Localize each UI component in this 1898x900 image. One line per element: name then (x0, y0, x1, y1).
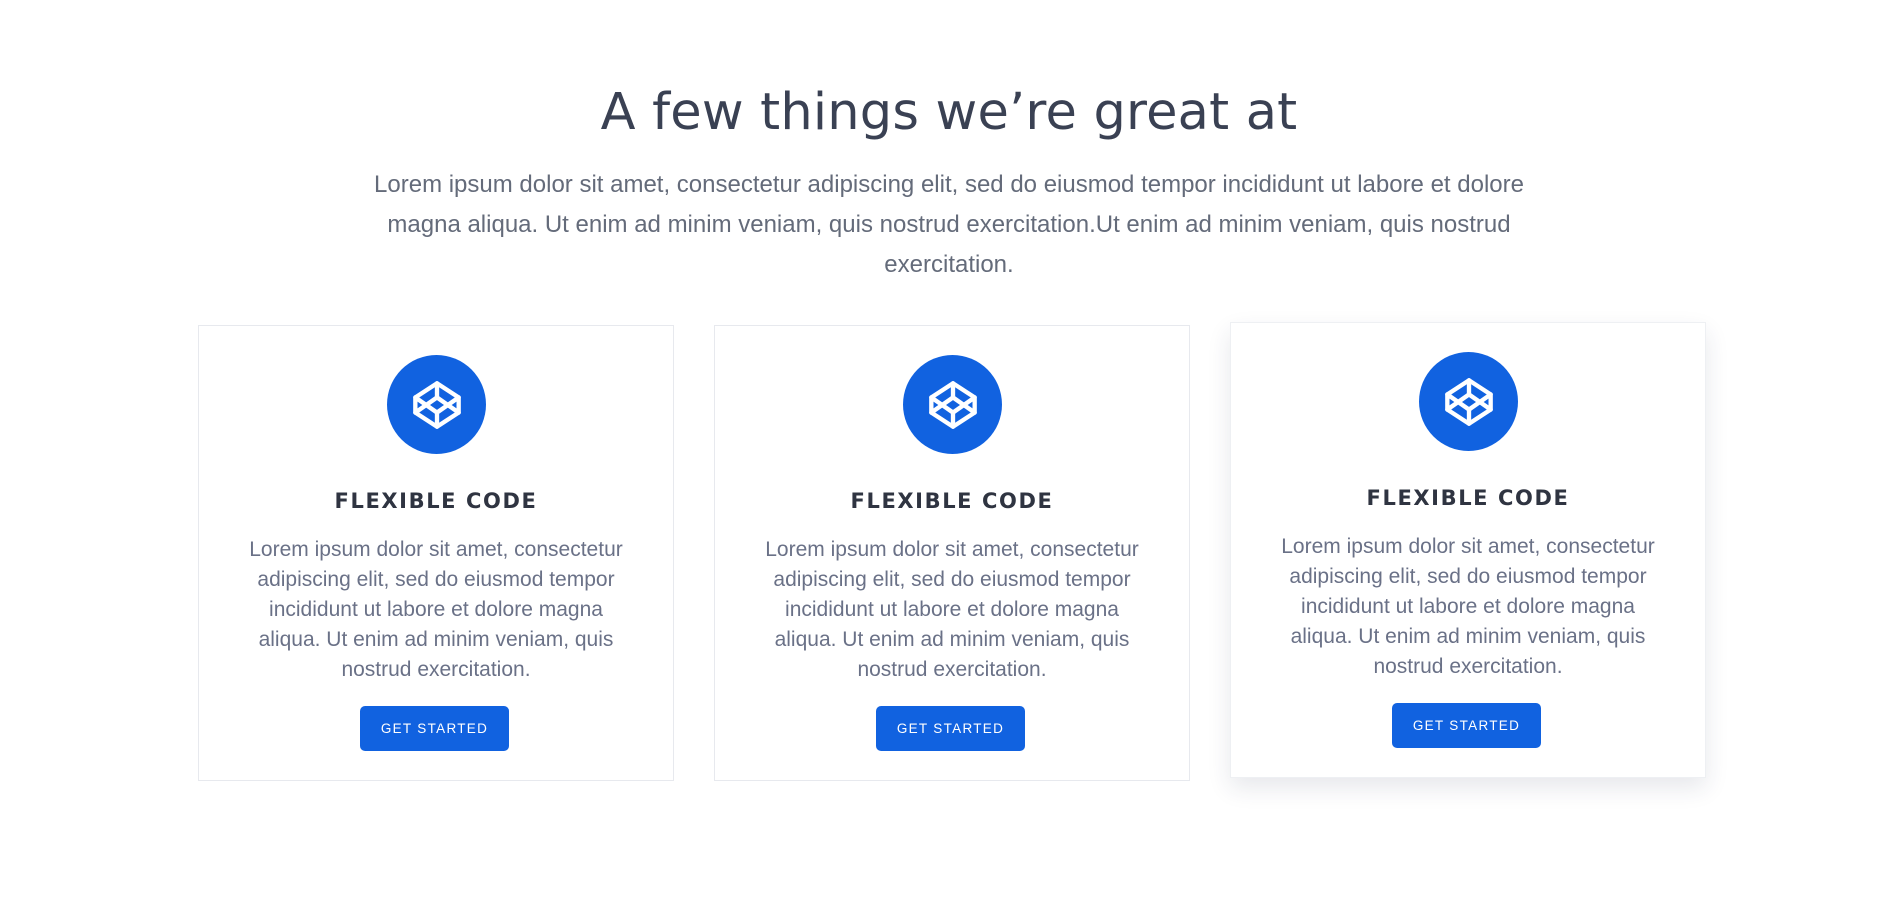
feature-card: FLEXIBLE CODE Lorem ipsum dolor sit amet… (1230, 322, 1706, 778)
card-title: FLEXIBLE CODE (850, 489, 1054, 513)
codepen-cube-icon (387, 355, 486, 454)
card-title: FLEXIBLE CODE (1366, 486, 1570, 510)
get-started-button[interactable]: GET STARTED (360, 706, 509, 751)
get-started-button[interactable]: GET STARTED (876, 706, 1025, 751)
get-started-button[interactable]: GET STARTED (1392, 703, 1541, 748)
codepen-cube-icon (903, 355, 1002, 454)
feature-card: FLEXIBLE CODE Lorem ipsum dolor sit amet… (198, 325, 674, 781)
card-description: Lorem ipsum dolor sit amet, consectetur … (249, 538, 623, 681)
section-description: Lorem ipsum dolor sit amet, consectetur … (374, 171, 1524, 278)
feature-card: FLEXIBLE CODE Lorem ipsum dolor sit amet… (714, 325, 1190, 781)
codepen-cube-icon (1419, 352, 1518, 451)
card-description: Lorem ipsum dolor sit amet, consectetur … (765, 538, 1139, 681)
card-description: Lorem ipsum dolor sit amet, consectetur … (1281, 535, 1655, 678)
features-section: A few things we’re great at Lorem ipsum … (0, 0, 1898, 900)
card-title: FLEXIBLE CODE (334, 489, 538, 513)
section-title: A few things we’re great at (600, 83, 1298, 142)
